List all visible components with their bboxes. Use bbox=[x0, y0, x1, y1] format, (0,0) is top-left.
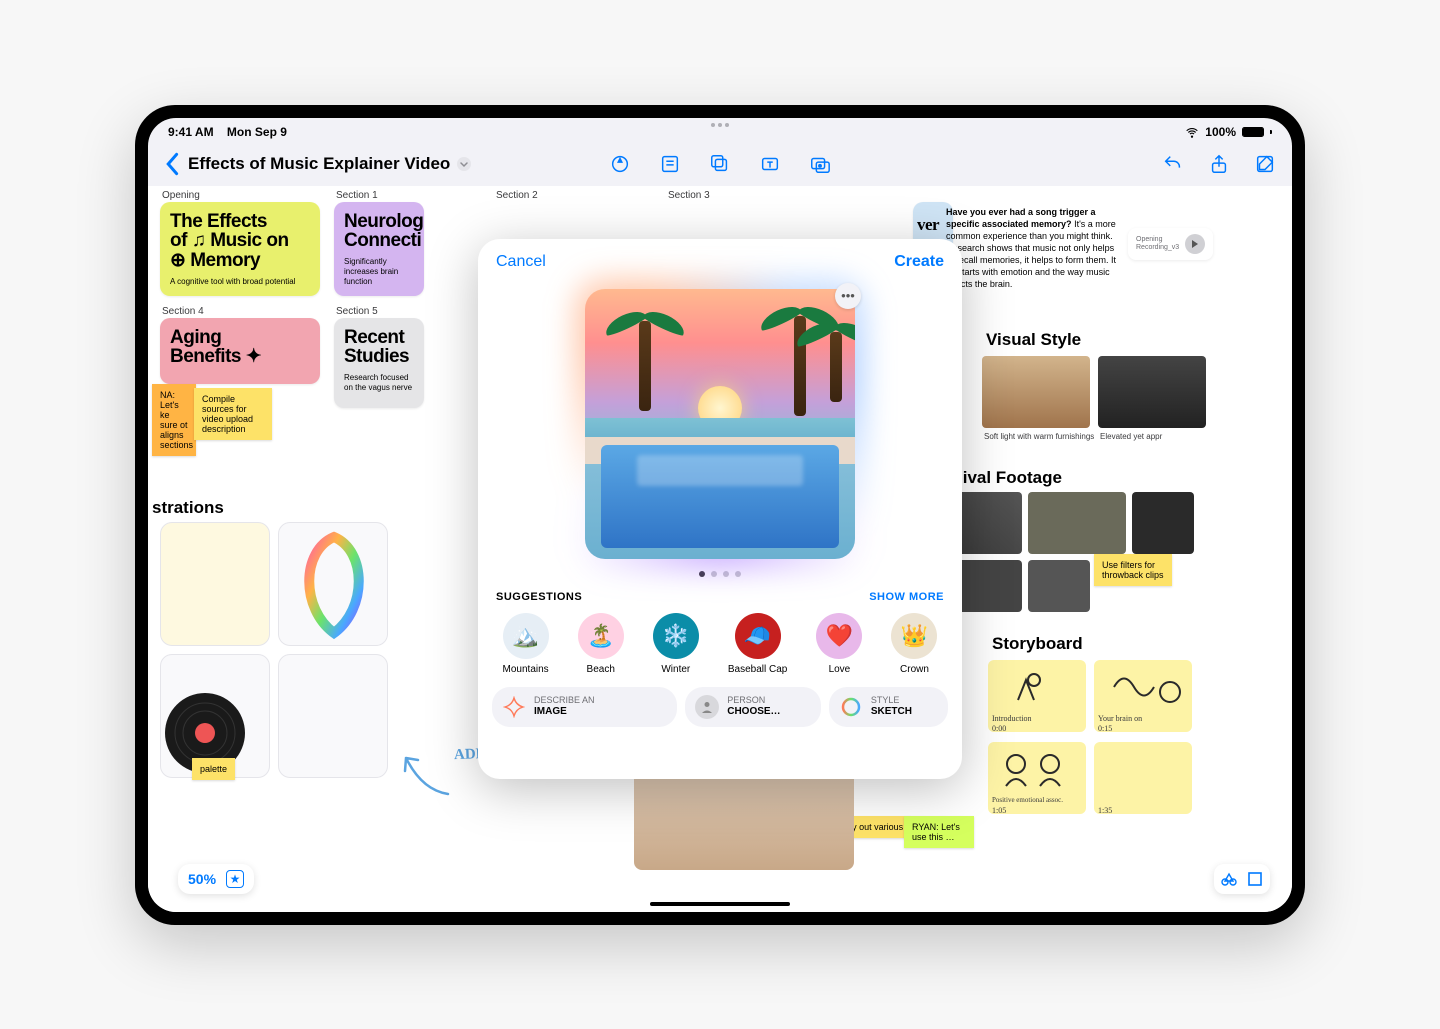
sparkle-icon bbox=[502, 695, 526, 719]
app-toolbar: Effects of Music Explainer Video bbox=[148, 142, 1292, 186]
play-icon[interactable] bbox=[1185, 234, 1205, 254]
share-icon[interactable] bbox=[1208, 153, 1230, 175]
sticky-compile[interactable]: Compile sources for video upload descrip… bbox=[194, 388, 272, 440]
pen-tool-icon[interactable] bbox=[609, 153, 631, 175]
suggestion-love[interactable]: ❤️ Love bbox=[816, 613, 862, 675]
sticky-ryan[interactable]: RYAN: Let's use this … bbox=[904, 816, 974, 848]
chevron-down-icon[interactable] bbox=[456, 156, 472, 172]
label-section2: Section 2 bbox=[496, 190, 538, 201]
suggestion-label: Winter bbox=[661, 664, 690, 675]
suggestion-mountains[interactable]: 🏔️ Mountains bbox=[503, 613, 549, 675]
thumb-archival-5[interactable] bbox=[1028, 560, 1090, 612]
note-tool-icon[interactable] bbox=[659, 153, 681, 175]
suggestion-winter[interactable]: ❄️ Winter bbox=[653, 613, 699, 675]
generated-preview[interactable] bbox=[585, 289, 855, 559]
wifi-icon bbox=[1185, 125, 1199, 139]
label-section4: Section 4 bbox=[162, 306, 204, 317]
audio-recording-widget[interactable]: OpeningRecording_v3 bbox=[1128, 228, 1213, 260]
suggestion-icon: 🏔️ bbox=[503, 613, 549, 659]
image-playground-modal: Cancel Create ••• SUGGESTIONS SHOW MORE … bbox=[478, 239, 962, 779]
note-opening[interactable]: The Effectsof ♫ Music on⊕ Memory A cogni… bbox=[160, 202, 320, 296]
thumb-visual-1[interactable] bbox=[982, 356, 1090, 428]
arrow-sketch-icon bbox=[398, 750, 458, 800]
document-title[interactable]: Effects of Music Explainer Video bbox=[188, 154, 450, 174]
battery-icon bbox=[1242, 127, 1264, 137]
label-section3: Section 3 bbox=[668, 190, 710, 201]
status-date: Mon Sep 9 bbox=[227, 125, 287, 139]
favorite-view-icon[interactable]: ★ bbox=[226, 870, 244, 888]
heading-illustrations: strations bbox=[152, 498, 224, 518]
illustration-empty[interactable] bbox=[278, 654, 388, 778]
suggestion-label: Mountains bbox=[503, 664, 549, 675]
battery-pct: 100% bbox=[1205, 125, 1236, 139]
suggestion-beach[interactable]: 🏝️ Beach bbox=[578, 613, 624, 675]
illustration-headphones[interactable] bbox=[160, 522, 270, 646]
heading-storyboard: Storyboard bbox=[992, 634, 1083, 654]
caption-elevated: Elevated yet appr bbox=[1100, 432, 1162, 441]
suggestion-icon: ❤️ bbox=[816, 613, 862, 659]
media-tool-icon[interactable] bbox=[809, 153, 831, 175]
heading-visual-style: Visual Style bbox=[986, 330, 1081, 350]
back-button[interactable] bbox=[164, 152, 182, 176]
shapes-icon[interactable] bbox=[1220, 870, 1238, 888]
status-bar: 9:41 AM Mon Sep 9 100% bbox=[148, 118, 1292, 142]
suggestion-icon: 👑 bbox=[891, 613, 937, 659]
shape-tool-icon[interactable] bbox=[709, 153, 731, 175]
person-icon bbox=[695, 695, 719, 719]
zoom-value[interactable]: 50% bbox=[188, 871, 216, 887]
thumb-archival-2[interactable] bbox=[1028, 492, 1126, 554]
label-opening: Opening bbox=[162, 190, 200, 201]
create-button[interactable]: Create bbox=[894, 253, 944, 271]
style-control[interactable]: STYLESKETCH bbox=[829, 687, 948, 727]
suggestion-crown[interactable]: 👑 Crown bbox=[891, 613, 937, 675]
describe-image-control[interactable]: DESCRIBE ANIMAGE bbox=[492, 687, 677, 727]
suggestions-label: SUGGESTIONS bbox=[496, 591, 582, 603]
home-indicator[interactable] bbox=[650, 902, 790, 906]
suggestion-icon: ❄️ bbox=[653, 613, 699, 659]
note-neurology[interactable]: NeurologConnecti Significantly increases… bbox=[334, 202, 424, 296]
note-aging[interactable]: AgingBenefits ✦ bbox=[160, 318, 320, 384]
style-ring-icon bbox=[839, 695, 863, 719]
label-section1: Section 1 bbox=[336, 190, 378, 201]
textbox-tool-icon[interactable] bbox=[759, 153, 781, 175]
illustration-profile[interactable] bbox=[278, 522, 388, 646]
note-studies[interactable]: RecentStudies Research focused on the va… bbox=[334, 318, 424, 408]
show-more-button[interactable]: SHOW MORE bbox=[869, 591, 944, 603]
sticky-filters[interactable]: Use filters for throwback clips bbox=[1094, 554, 1172, 586]
suggestion-icon: 🏝️ bbox=[578, 613, 624, 659]
suggestion-label: Baseball Cap bbox=[728, 664, 787, 675]
story-card-4[interactable] bbox=[1094, 742, 1192, 814]
caption-soft: Soft light with warm furnishings bbox=[984, 432, 1094, 441]
suggestion-label: Crown bbox=[900, 664, 929, 675]
person-control[interactable]: PERSONCHOOSE… bbox=[685, 687, 821, 727]
multitask-grabber[interactable] bbox=[711, 123, 729, 127]
thumb-archival-3[interactable] bbox=[1132, 492, 1194, 554]
compose-icon[interactable] bbox=[1254, 153, 1276, 175]
cancel-button[interactable]: Cancel bbox=[496, 253, 546, 271]
status-time: 9:41 AM bbox=[168, 125, 214, 139]
suggestion-label: Love bbox=[829, 664, 851, 675]
zoom-control[interactable]: 50% ★ bbox=[178, 864, 254, 894]
suggestion-label: Beach bbox=[587, 664, 615, 675]
sticky-na[interactable]: NA: Let's ke sure ot aligns sections bbox=[152, 384, 196, 456]
thumb-visual-2[interactable] bbox=[1098, 356, 1206, 428]
suggestion-baseball-cap[interactable]: 🧢 Baseball Cap bbox=[728, 613, 787, 675]
more-options-icon[interactable]: ••• bbox=[835, 283, 861, 309]
shape-palette[interactable] bbox=[1214, 864, 1270, 894]
text-memory-trigger[interactable]: Have you ever had a song trigger a speci… bbox=[946, 206, 1121, 291]
rect-icon[interactable] bbox=[1246, 870, 1264, 888]
sticky-palette[interactable]: palette bbox=[192, 758, 235, 780]
label-section5: Section 5 bbox=[336, 306, 378, 317]
undo-icon[interactable] bbox=[1162, 153, 1184, 175]
center-toolbar bbox=[609, 153, 831, 175]
suggestion-icon: 🧢 bbox=[735, 613, 781, 659]
